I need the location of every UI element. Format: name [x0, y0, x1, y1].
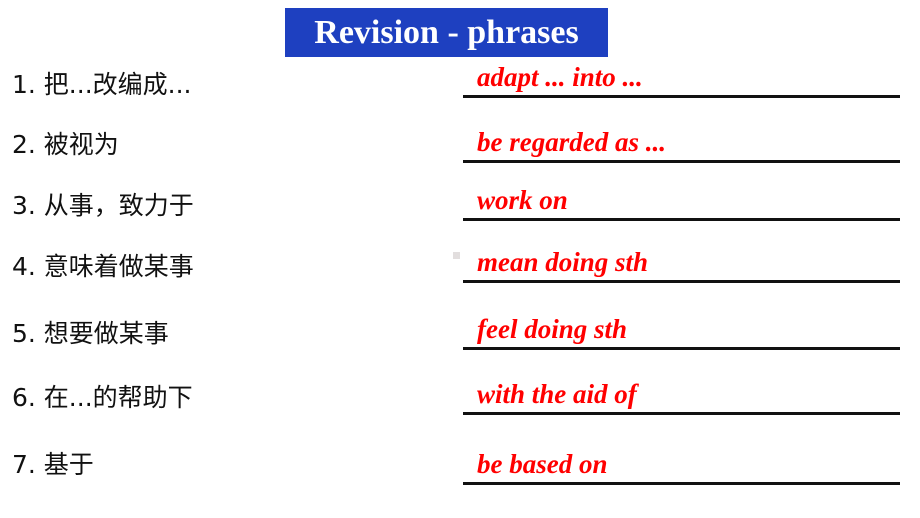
answer-row-4: mean doing sth: [463, 239, 900, 283]
answer-text-1: adapt ... into ...: [477, 62, 643, 92]
prompt-item-1: 1. 把...改编成...: [12, 70, 192, 99]
answer-text-5: feel doing sth: [477, 314, 628, 344]
answer-rule-2: [463, 160, 900, 163]
answer-rule-1: [463, 95, 900, 98]
prompt-item-6: 6. 在...的帮助下: [12, 383, 193, 412]
answer-text-4: mean doing sth: [477, 247, 649, 277]
answer-row-1: adapt ... into ...: [463, 54, 900, 98]
answer-rule-5: [463, 347, 900, 350]
answer-row-7: be based on: [463, 441, 900, 485]
slide-title-banner: Revision - phrases: [285, 8, 608, 57]
answer-text-2: be regarded as ...: [477, 127, 666, 157]
answer-text-3: work on: [477, 185, 568, 215]
prompt-item-5: 5. 想要做某事: [12, 319, 169, 348]
stray-grey-square-artifact: [453, 252, 460, 259]
page-title: Revision - phrases: [314, 13, 579, 51]
prompt-item-2: 2. 被视为: [12, 130, 119, 159]
prompt-item-3: 3. 从事，致力于: [12, 191, 194, 220]
prompt-item-7: 7. 基于: [12, 450, 94, 479]
answer-row-2: be regarded as ...: [463, 119, 900, 163]
answer-row-3: work on: [463, 177, 900, 221]
answer-rule-3: [463, 218, 900, 221]
answer-rule-4: [463, 280, 900, 283]
answer-row-6: with the aid of: [463, 371, 900, 415]
answer-row-5: feel doing sth: [463, 306, 900, 350]
answer-text-7: be based on: [477, 449, 608, 479]
prompt-item-4: 4. 意味着做某事: [12, 252, 194, 281]
answer-rule-6: [463, 412, 900, 415]
answer-rule-7: [463, 482, 900, 485]
slide-canvas: Revision - phrases 1. 把...改编成... 2. 被视为 …: [0, 0, 920, 518]
answer-text-6: with the aid of: [477, 379, 637, 409]
